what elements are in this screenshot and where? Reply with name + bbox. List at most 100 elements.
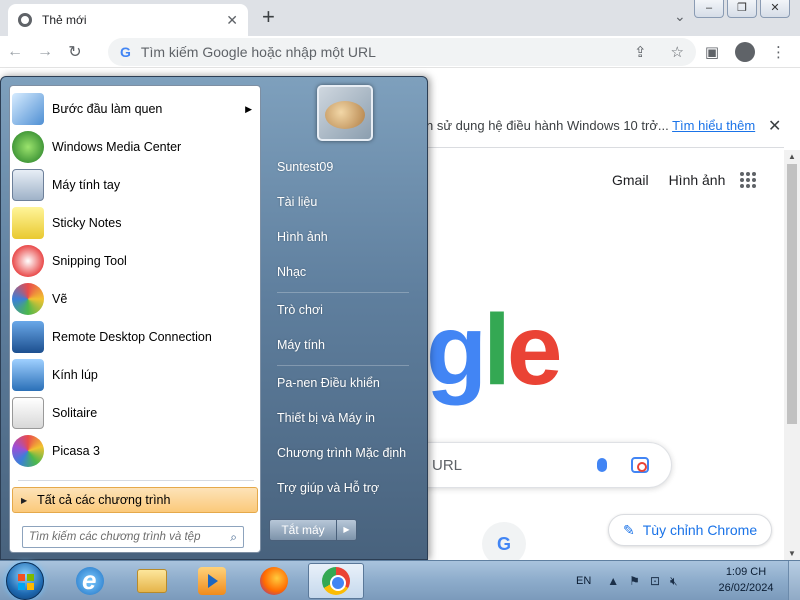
start-item-default-programs[interactable]: Chương trình Mặc định (269, 438, 419, 468)
tab-new-tab[interactable]: Thẻ mới ✕ (8, 4, 248, 36)
program-getting-started[interactable]: Bước đầu làm quen ▶ (12, 90, 258, 128)
taskbar-media-player[interactable] (184, 563, 240, 599)
pencil-icon: ✎ (623, 521, 635, 538)
chrome-icon (322, 567, 350, 595)
start-menu-programs-pane: Bước đầu làm quen ▶ Windows Media Center… (9, 85, 261, 553)
sticky-notes-icon (12, 207, 44, 239)
shutdown-group: Tắt máy ▶ (269, 519, 359, 541)
start-item-control-panel[interactable]: Pa-nen Điều khiển (269, 368, 419, 398)
start-item-computer[interactable]: Máy tính (269, 330, 419, 360)
lens-icon[interactable] (631, 457, 649, 473)
internet-explorer-icon (76, 565, 104, 596)
ntp-search-placeholder: URL (432, 456, 463, 474)
program-picasa[interactable]: Picasa 3 (12, 432, 258, 470)
start-item-games[interactable]: Trò chơi (269, 295, 419, 325)
clock-date: 26/02/2024 (718, 582, 774, 594)
scroll-thumb[interactable] (787, 164, 797, 424)
shutdown-button[interactable]: Tắt máy (269, 519, 337, 541)
omnibox-placeholder: Tìm kiếm Google hoặc nhập một URL (140, 44, 376, 60)
taskbar-firefox[interactable] (246, 563, 302, 599)
program-magnifier[interactable]: Kính lúp (12, 356, 258, 394)
voice-search-icon[interactable] (597, 458, 607, 472)
show-hidden-icons-icon[interactable]: ▲ (607, 574, 619, 588)
right-divider (277, 292, 409, 293)
paint-icon (12, 283, 44, 315)
language-indicator[interactable]: EN (576, 575, 591, 587)
program-calculator[interactable]: Máy tính tay (12, 166, 258, 204)
show-desktop-button[interactable] (788, 561, 800, 600)
close-window-button[interactable]: ✕ (760, 0, 790, 18)
omnibox[interactable]: G Tìm kiếm Google hoặc nhập một URL ⇪ ☆ (108, 38, 696, 66)
start-item-devices-printers[interactable]: Thiết bị và Máy in (269, 403, 419, 433)
reload-icon[interactable]: ↻ (60, 42, 90, 62)
start-item-help-support[interactable]: Trợ giúp và Hỗ trợ (269, 473, 419, 503)
programs-divider (18, 480, 254, 481)
taskbar-internet-explorer[interactable] (62, 563, 118, 599)
media-player-icon (198, 567, 226, 595)
getting-started-icon (12, 93, 44, 125)
start-item-pictures[interactable]: Hình ảnh (269, 222, 419, 252)
new-tab-button[interactable]: + (262, 6, 275, 28)
taskbar-windows-explorer[interactable] (124, 563, 180, 599)
share-icon[interactable]: ⇪ (634, 43, 647, 61)
customize-chrome-button[interactable]: ✎ Tùy chỉnh Chrome (608, 514, 773, 546)
shutdown-options-icon[interactable]: ▶ (337, 519, 357, 541)
start-item-documents[interactable]: Tài liệu (269, 187, 419, 217)
taskbar-chrome[interactable] (308, 563, 364, 599)
tab-strip: Thẻ mới ✕ + ⌄ – ❐ ✕ (0, 0, 800, 36)
action-center-flag-icon[interactable]: ⚑ (629, 574, 640, 588)
google-logo: gle (426, 294, 562, 406)
start-item-music[interactable]: Nhạc (269, 257, 419, 287)
side-panel-icon[interactable]: ▣ (705, 43, 719, 61)
media-center-icon (12, 131, 44, 163)
snipping-tool-icon (12, 245, 44, 277)
network-icon[interactable]: ⊡ (650, 574, 660, 588)
remote-desktop-icon (12, 321, 44, 353)
clock-time: 1:09 CH (725, 566, 767, 578)
all-programs-arrow-icon: ▶ (21, 495, 28, 505)
submenu-arrow-icon: ▶ (245, 103, 252, 114)
ntp-search-box[interactable]: URL (426, 442, 672, 488)
customize-chrome-label: Tùy chỉnh Chrome (642, 522, 758, 538)
program-snipping-tool[interactable]: Snipping Tool (12, 242, 258, 280)
program-sticky-notes[interactable]: Sticky Notes (12, 204, 258, 242)
solitaire-icon (12, 397, 44, 429)
program-media-center[interactable]: Windows Media Center (12, 128, 258, 166)
info-bar-message: n sử dụng hệ điều hành Windows 10 trở...… (426, 118, 756, 133)
user-picture[interactable] (317, 85, 373, 141)
volume-muted-icon[interactable]: 🔇︎ (670, 574, 678, 589)
notification-area: EN ▲ ⚑ ⊡ 🔇︎ (576, 561, 678, 600)
page-scrollbar[interactable]: ▲ ▼ (784, 150, 800, 560)
start-button[interactable] (6, 562, 44, 600)
start-menu: Bước đầu làm quen ▶ Windows Media Center… (0, 76, 428, 560)
images-link[interactable]: Hình ảnh (669, 172, 726, 188)
info-bar-close-icon[interactable]: ✕ (768, 116, 781, 136)
bookmark-star-icon[interactable]: ☆ (671, 43, 684, 61)
maximize-button[interactable]: ❐ (727, 0, 757, 18)
minimize-button[interactable]: – (694, 0, 724, 18)
tab-search-icon[interactable]: ⌄ (674, 8, 686, 25)
menu-kebab-icon[interactable]: ⋮ (771, 43, 786, 61)
scroll-up-icon[interactable]: ▲ (788, 152, 796, 161)
program-remote-desktop[interactable]: Remote Desktop Connection (12, 318, 258, 356)
all-programs-button[interactable]: ▶ Tất cả các chương trình (12, 487, 258, 513)
google-g-icon: G (120, 44, 131, 60)
picasa-icon (12, 435, 44, 467)
google-apps-icon[interactable] (740, 172, 756, 188)
profile-avatar[interactable] (735, 42, 755, 62)
back-icon[interactable]: ← (0, 43, 30, 61)
clock[interactable]: 1:09 CH 26/02/2024 (708, 564, 784, 596)
windows-explorer-icon (137, 569, 167, 593)
program-paint[interactable]: Vẽ (12, 280, 258, 318)
gmail-link[interactable]: Gmail (612, 172, 649, 188)
forward-icon[interactable]: → (30, 43, 60, 61)
taskbar: EN ▲ ⚑ ⊡ 🔇︎ 1:09 CH 26/02/2024 (0, 560, 800, 600)
tab-close-icon[interactable]: ✕ (226, 12, 238, 29)
search-icon[interactable]: ⌕ (230, 530, 237, 545)
program-solitaire[interactable]: Solitaire (12, 394, 258, 432)
learn-more-link[interactable]: Tìm hiểu thêm (672, 118, 755, 133)
start-item-user[interactable]: Suntest09 (269, 152, 419, 182)
start-search-input[interactable]: Tìm kiếm các chương trình và tệp ⌕ (22, 526, 244, 548)
magnifier-icon (12, 359, 44, 391)
scroll-down-icon[interactable]: ▼ (788, 549, 796, 558)
